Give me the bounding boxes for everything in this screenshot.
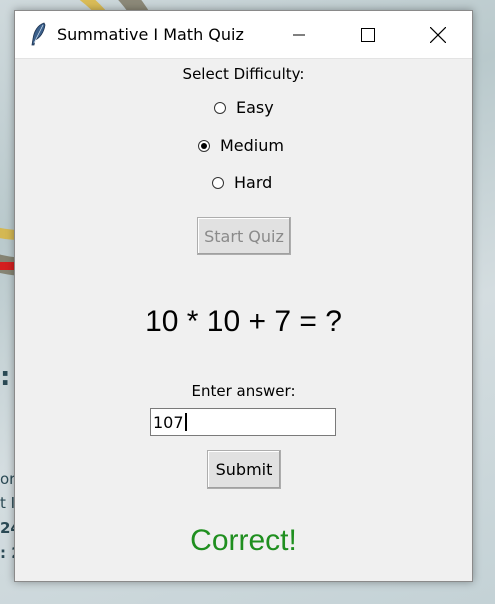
radio-circle-easy[interactable] [214, 101, 226, 114]
feather-icon [29, 22, 49, 46]
radio-medium[interactable]: Medium [198, 136, 284, 155]
answer-input[interactable]: 107 [150, 408, 336, 436]
submit-button[interactable]: Submit [207, 450, 281, 489]
title-bar[interactable]: Summative I Math Quiz [15, 11, 472, 59]
radio-circle-hard[interactable] [212, 176, 224, 189]
radio-label-easy: Easy [236, 98, 274, 117]
question-text: 10 * 10 + 7 = ? [145, 305, 342, 338]
difficulty-label: Select Difficulty: [182, 65, 305, 83]
answer-value: 107 [153, 412, 184, 432]
radio-label-hard: Hard [234, 173, 273, 192]
start-quiz-button[interactable]: Start Quiz [197, 217, 291, 255]
quiz-window: Summative I Math Quiz Select Difficulty:… [14, 10, 473, 582]
window-title: Summative I Math Quiz [57, 25, 244, 44]
radio-hard[interactable]: Hard [212, 173, 272, 192]
desktop-text-1: : [0, 362, 11, 392]
radio-label-medium: Medium [220, 136, 284, 155]
desktop-text-3: t I [0, 494, 16, 512]
maximize-icon [361, 27, 375, 42]
maximize-button[interactable] [345, 11, 391, 58]
text-caret [184, 413, 187, 431]
minimize-icon [293, 34, 305, 35]
result-message: Correct! [190, 524, 297, 557]
close-icon [430, 26, 446, 43]
radio-circle-medium[interactable] [198, 139, 210, 152]
radio-selected-dot [201, 142, 207, 149]
close-button[interactable] [415, 11, 461, 58]
minimize-button[interactable] [276, 11, 322, 58]
radio-easy[interactable]: Easy [214, 98, 274, 117]
quiz-content: Select Difficulty: Easy Medium Hard Star… [15, 59, 472, 581]
answer-label: Enter answer: [191, 382, 296, 400]
